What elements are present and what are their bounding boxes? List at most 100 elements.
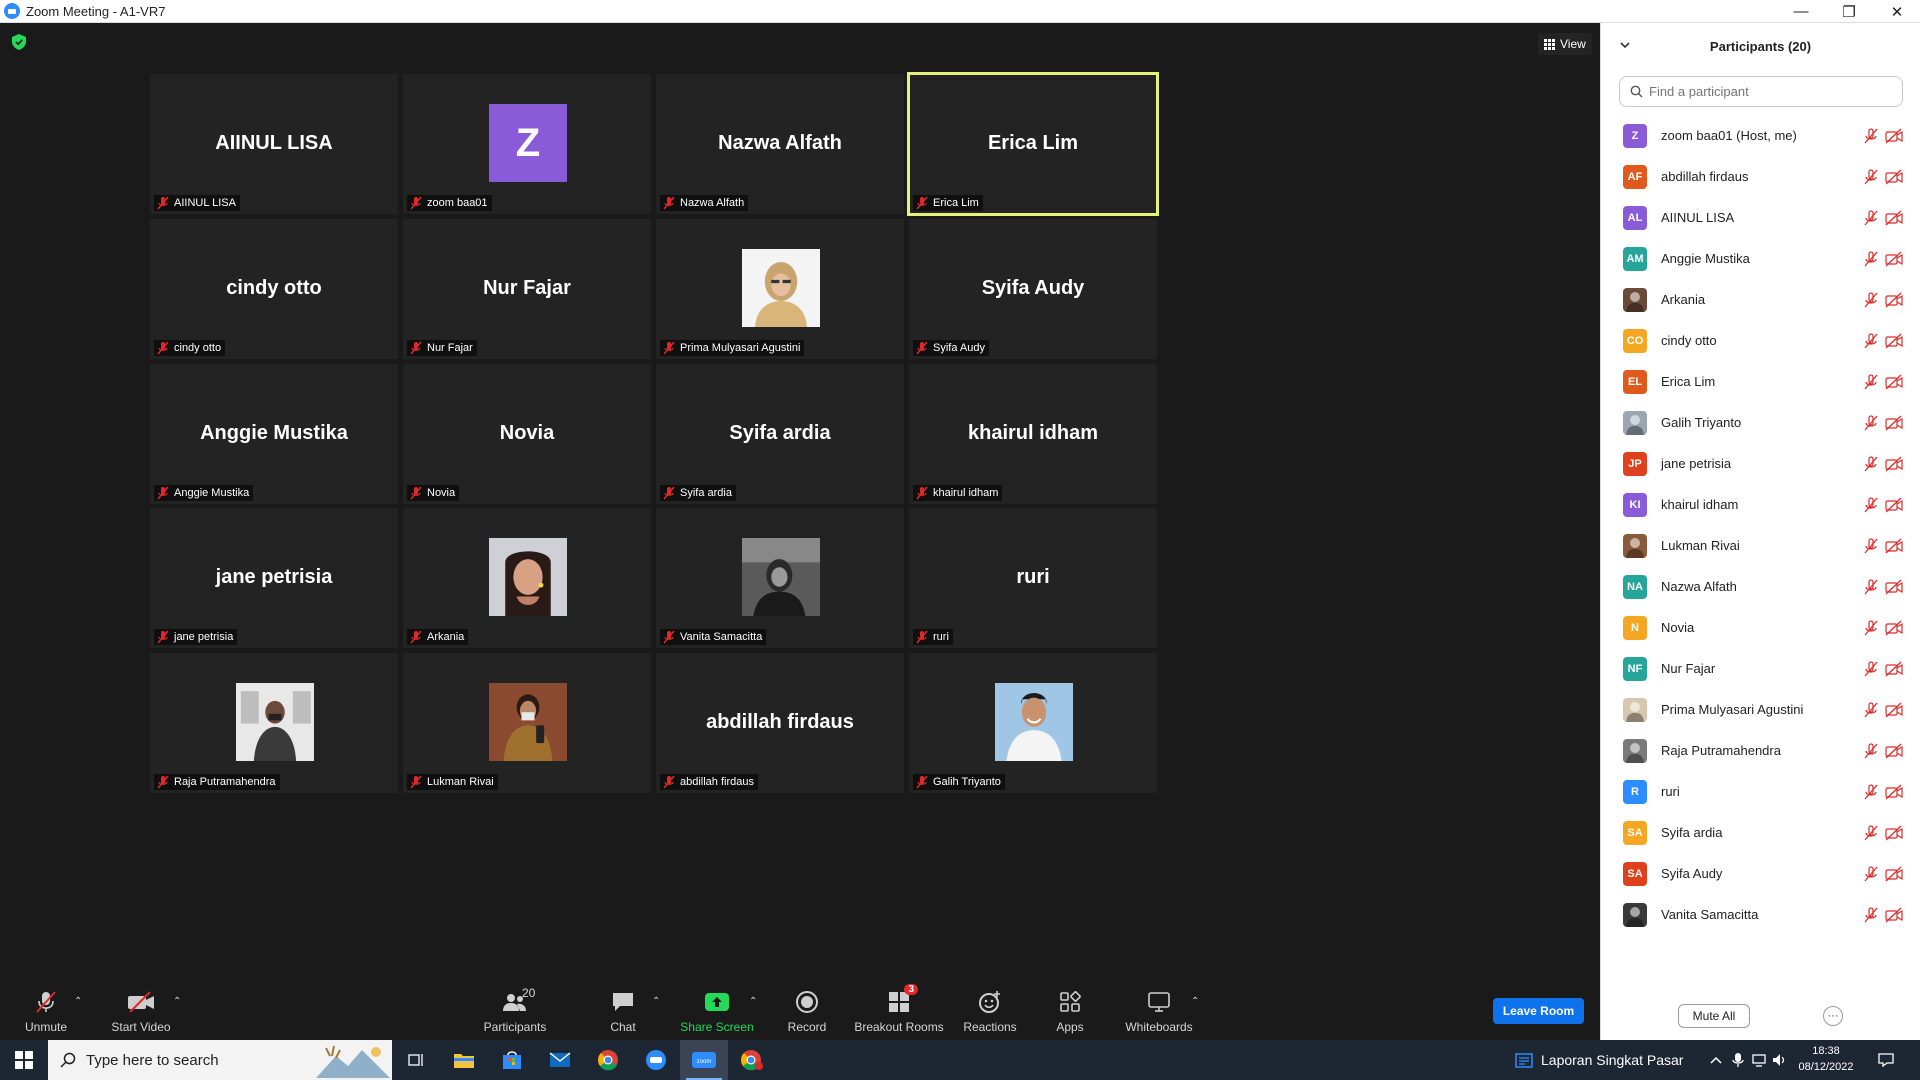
taskbar-clock[interactable]: 18:38 08/12/2022 [1790,1043,1862,1075]
participant-row[interactable]: AM Anggie Mustika [1601,238,1920,279]
participants-button[interactable]: 20 Participants [480,980,550,1040]
muted-mic-icon[interactable] [1863,578,1879,595]
start-video-button[interactable]: Start Video [106,980,176,1040]
video-off-icon[interactable] [1885,128,1903,144]
video-tile[interactable]: Anggie Mustika Anggie Mustika [150,364,398,504]
apps-button[interactable]: Apps [1048,980,1092,1040]
participant-row[interactable]: Zzoom baa01 (Host, me) [1601,115,1920,156]
share-screen-button[interactable]: Share Screen [678,980,756,1040]
muted-mic-icon[interactable] [1863,619,1879,636]
video-tile[interactable]: Novia Novia [403,364,651,504]
encryption-shield-icon[interactable] [12,34,26,50]
video-options-caret-icon[interactable]: ⌃ [173,996,181,1007]
video-off-icon[interactable] [1885,292,1903,308]
start-button[interactable] [0,1040,48,1080]
video-off-icon[interactable] [1885,907,1903,923]
whiteboards-options-caret-icon[interactable]: ⌃ [1191,996,1199,1007]
chat-button[interactable]: Chat [600,980,646,1040]
chat-options-caret-icon[interactable]: ⌃ [652,996,660,1007]
video-tile[interactable]: Arkania [403,508,651,648]
video-tile[interactable]: Prima Mulyasari Agustini [656,219,904,359]
video-off-icon[interactable] [1885,497,1903,513]
participant-row[interactable]: KI khairul idham [1601,484,1920,525]
participant-search[interactable] [1619,76,1903,107]
participant-search-input[interactable] [1649,84,1889,99]
participant-row[interactable]: CO cindy otto [1601,320,1920,361]
muted-mic-icon[interactable] [1863,824,1879,841]
video-off-icon[interactable] [1885,415,1903,431]
video-tile[interactable]: Lukman Rivai [403,653,651,793]
close-button[interactable]: ✕ [1874,0,1920,23]
video-off-icon[interactable] [1885,169,1903,185]
video-off-icon[interactable] [1885,251,1903,267]
video-tile[interactable]: Nur Fajar Nur Fajar [403,219,651,359]
minimize-button[interactable]: — [1778,0,1824,23]
video-off-icon[interactable] [1885,825,1903,841]
video-off-icon[interactable] [1885,702,1903,718]
participant-row[interactable]: Vanita Samacitta [1601,894,1920,935]
notifications-icon[interactable] [1878,1052,1894,1068]
participant-row[interactable]: SA Syifa Audy [1601,853,1920,894]
chevron-down-icon[interactable] [1619,39,1631,51]
video-tile[interactable]: Zzoom baa01 [403,74,651,214]
muted-mic-icon[interactable] [1863,701,1879,718]
zoom-taskbar-button[interactable]: zoom [680,1040,728,1080]
participant-row[interactable]: Raja Putramahendra [1601,730,1920,771]
video-off-icon[interactable] [1885,661,1903,677]
taskbar-search[interactable]: Type here to search [48,1040,392,1080]
whiteboards-button[interactable]: Whiteboards [1122,980,1196,1040]
video-tile[interactable]: Vanita Samacitta [656,508,904,648]
more-options-button[interactable]: ··· [1823,1006,1843,1026]
video-tile[interactable]: Erica Lim Erica Lim [907,72,1159,216]
file-explorer-button[interactable] [440,1040,488,1080]
muted-mic-icon[interactable] [1863,496,1879,513]
participant-row[interactable]: SA Syifa ardia [1601,812,1920,853]
video-off-icon[interactable] [1885,620,1903,636]
muted-mic-icon[interactable] [1863,291,1879,308]
video-off-icon[interactable] [1885,579,1903,595]
microphone-icon[interactable] [1730,1052,1746,1068]
video-tile[interactable]: Syifa ardia Syifa ardia [656,364,904,504]
participant-row[interactable]: Lukman Rivai [1601,525,1920,566]
video-tile[interactable]: AIINUL LISA AIINUL LISA [150,74,398,214]
muted-mic-icon[interactable] [1863,537,1879,554]
muted-mic-icon[interactable] [1863,455,1879,472]
chrome-button[interactable] [584,1040,632,1080]
network-icon[interactable] [1752,1052,1768,1068]
leave-room-button[interactable]: Leave Room [1493,998,1584,1024]
chrome-profile-button[interactable] [728,1040,776,1080]
reactions-button[interactable]: Reactions [962,980,1018,1040]
breakout-rooms-button[interactable]: 3 Breakout Rooms [852,980,946,1040]
participant-row[interactable]: AF abdillah firdaus [1601,156,1920,197]
vpn-app-button[interactable] [632,1040,680,1080]
muted-mic-icon[interactable] [1863,660,1879,677]
muted-mic-icon[interactable] [1863,742,1879,759]
video-tile[interactable]: abdillah firdaus abdillah firdaus [656,653,904,793]
video-tile[interactable]: Syifa Audy Syifa Audy [909,219,1157,359]
task-view-button[interactable] [392,1040,440,1080]
mute-all-button[interactable]: Mute All [1678,1004,1750,1028]
video-tile[interactable]: jane petrisia jane petrisia [150,508,398,648]
video-off-icon[interactable] [1885,784,1903,800]
video-off-icon[interactable] [1885,866,1903,882]
muted-mic-icon[interactable] [1863,168,1879,185]
participant-row[interactable]: NA Nazwa Alfath [1601,566,1920,607]
muted-mic-icon[interactable] [1863,865,1879,882]
microsoft-store-button[interactable] [488,1040,536,1080]
participant-row[interactable]: Arkania [1601,279,1920,320]
speaker-icon[interactable] [1772,1052,1788,1068]
chevron-up-icon[interactable] [1708,1052,1724,1068]
unmute-button[interactable]: Unmute [20,980,72,1040]
muted-mic-icon[interactable] [1863,906,1879,923]
participant-row[interactable]: JP jane petrisia [1601,443,1920,484]
maximize-button[interactable]: ❐ [1826,0,1872,23]
participant-row[interactable]: Prima Mulyasari Agustini [1601,689,1920,730]
muted-mic-icon[interactable] [1863,250,1879,267]
video-off-icon[interactable] [1885,456,1903,472]
video-tile[interactable]: khairul idham khairul idham [909,364,1157,504]
audio-options-caret-icon[interactable]: ⌃ [74,996,82,1007]
muted-mic-icon[interactable] [1863,414,1879,431]
view-button[interactable]: View [1538,33,1592,55]
participant-row[interactable]: NF Nur Fajar [1601,648,1920,689]
participant-row[interactable]: AL AIINUL LISA [1601,197,1920,238]
